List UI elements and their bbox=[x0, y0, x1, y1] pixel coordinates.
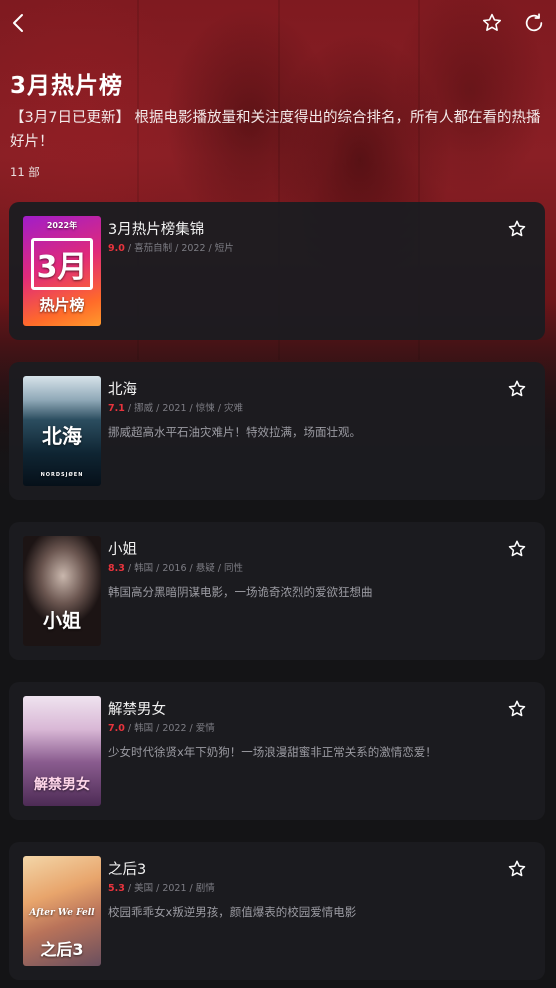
back-icon[interactable] bbox=[5, 10, 31, 36]
movie-card[interactable]: 北海 NORDSJØEN 北海 7.1 / 挪威 / 2021 / 惊悚 / 灾… bbox=[9, 362, 545, 500]
movie-card[interactable]: 解禁男女 解禁男女 7.0 / 韩国 / 2022 / 爱情 少女时代徐贤x年下… bbox=[9, 682, 545, 820]
page-title: 3月热片榜 bbox=[10, 73, 124, 99]
movie-title[interactable]: 小姐 bbox=[108, 538, 137, 559]
movie-meta: 8.3 / 韩国 / 2016 / 悬疑 / 同性 bbox=[108, 563, 243, 574]
movie-poster[interactable]: 解禁男女 bbox=[23, 696, 101, 806]
movie-card[interactable]: After We Fell 之后3 之后3 5.3 / 美国 / 2021 / … bbox=[9, 842, 545, 980]
movie-score: 9.0 bbox=[108, 243, 125, 254]
movie-score: 8.3 bbox=[108, 563, 125, 574]
favorite-star-icon[interactable] bbox=[507, 379, 527, 399]
movie-description: 挪威超高水平石油灾难片！特效拉满，场面壮观。 bbox=[108, 425, 361, 439]
movie-poster[interactable]: 北海 NORDSJØEN bbox=[23, 376, 101, 486]
movie-poster[interactable]: 小姐 bbox=[23, 536, 101, 646]
movie-description: 校园乖乖女x叛逆男孩，颜值爆表的校园爱情电影 bbox=[108, 905, 357, 919]
movie-title[interactable]: 3月热片榜集锦 bbox=[108, 218, 204, 239]
movie-title[interactable]: 解禁男女 bbox=[108, 698, 166, 719]
movie-score: 7.0 bbox=[108, 723, 125, 734]
favorite-star-icon[interactable] bbox=[507, 699, 527, 719]
movie-title[interactable]: 之后3 bbox=[108, 858, 146, 879]
movie-description: 少女时代徐贤x年下奶狗！一场浪漫甜蜜非正常关系的激情恋爱！ bbox=[108, 745, 437, 759]
movie-meta: 9.0 / 喜茄自制 / 2022 / 短片 bbox=[108, 243, 234, 254]
movie-poster[interactable]: After We Fell 之后3 bbox=[23, 856, 101, 966]
favorite-star-icon[interactable] bbox=[507, 219, 527, 239]
favorite-star-icon[interactable] bbox=[507, 859, 527, 879]
movie-meta: 5.3 / 美国 / 2021 / 剧情 bbox=[108, 883, 215, 894]
top-bar bbox=[0, 0, 556, 44]
movie-description: 韩国高分黑暗阴谋电影，一场诡奇浓烈的爱欲狂想曲 bbox=[108, 585, 373, 599]
page-description: 【3月7日已更新】 根据电影播放量和关注度得出的综合排名，所有人都在看的热播好片… bbox=[10, 110, 541, 150]
movie-score: 5.3 bbox=[108, 883, 125, 894]
collection-page: 3月热片榜 【3月7日已更新】 根据电影播放量和关注度得出的综合排名，所有人都在… bbox=[0, 0, 556, 988]
favorite-star-icon[interactable] bbox=[479, 10, 505, 36]
item-count: 11 部 bbox=[10, 165, 40, 179]
movie-poster[interactable]: 2022年 3月 热片榜 bbox=[23, 216, 101, 326]
movie-card[interactable]: 小姐 小姐 8.3 / 韩国 / 2016 / 悬疑 / 同性 韩国高分黑暗阴谋… bbox=[9, 522, 545, 660]
share-icon[interactable] bbox=[521, 10, 547, 36]
favorite-star-icon[interactable] bbox=[507, 539, 527, 559]
movie-card[interactable]: 2022年 3月 热片榜 3月热片榜集锦 9.0 / 喜茄自制 / 2022 /… bbox=[9, 202, 545, 340]
movie-meta: 7.0 / 韩国 / 2022 / 爱情 bbox=[108, 723, 215, 734]
movie-score: 7.1 bbox=[108, 403, 125, 414]
movie-title[interactable]: 北海 bbox=[108, 378, 137, 399]
movie-meta: 7.1 / 挪威 / 2021 / 惊悚 / 灾难 bbox=[108, 403, 243, 414]
